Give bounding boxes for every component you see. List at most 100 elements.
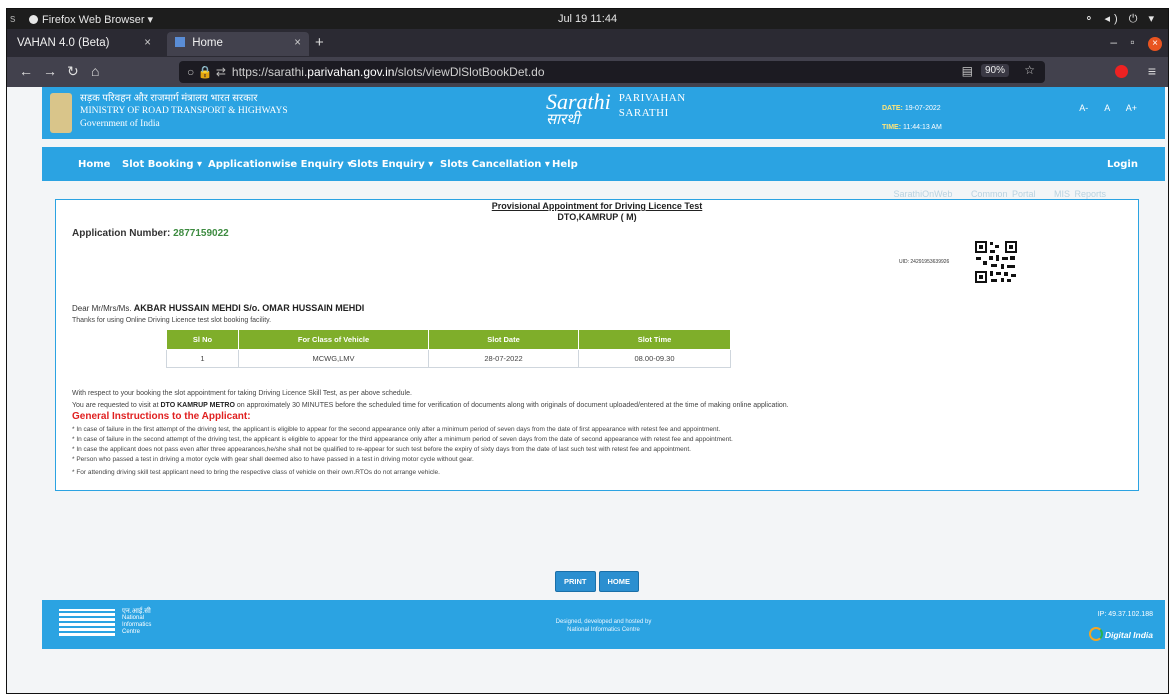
link-sarathi-on-web[interactable]: SarathiOnWeb — [894, 189, 953, 199]
screen-frame: s Firefox Web Browser ▾ Jul 19 11:44 ⚬ ◂… — [6, 8, 1169, 694]
favicon-icon — [175, 37, 185, 47]
home-button[interactable]: ⌂ — [91, 63, 99, 79]
instruction-item: * Person who passed a test in driving a … — [72, 456, 474, 463]
column-header: Slot Date — [428, 329, 579, 350]
menu-login[interactable]: Login — [1107, 159, 1138, 170]
digital-india-logo[interactable]: Digital India — [1088, 627, 1153, 641]
thanks-text: Thanks for using Online Driving Licence … — [72, 317, 272, 324]
reload-button[interactable]: ↻ — [67, 63, 79, 80]
close-tab-icon[interactable]: × — [144, 37, 151, 49]
time-label: TIME: — [882, 124, 902, 131]
column-header: For Class of Vehicle — [238, 329, 429, 350]
url-path: /slots/viewDlSlotBookDet.do — [394, 65, 545, 79]
portal-links: SarathiOnWeb Common Portal MIS Reports — [880, 189, 1106, 199]
table-cell: 1 — [166, 349, 239, 368]
instruction-item: * In case the applicant does not pass ev… — [72, 446, 691, 453]
logo-script: Sarathi सारथी — [546, 89, 611, 128]
zoom-level[interactable]: 90% — [980, 64, 1009, 77]
url-domain: parivahan.gov.in — [307, 65, 395, 79]
hamburger-menu-icon[interactable]: ≡ — [1148, 63, 1156, 79]
browser-nav-bar: ← → ↻ ⌂ ○ 🔒 ⇄ https://sarathi.parivahan.g… — [7, 57, 1168, 87]
maximize-button[interactable]: ▫ — [1130, 35, 1134, 49]
os-top-bar: s Firefox Web Browser ▾ Jul 19 11:44 ⚬ ◂… — [7, 9, 1168, 29]
digital-india-icon — [1088, 627, 1103, 641]
reader-view-icon[interactable]: ▤ — [962, 64, 973, 78]
tab-strip: VAHAN 4.0 (Beta) × Home × + – ▫ × — [7, 29, 1168, 57]
instructions-list: * In case of failure in the first attemp… — [72, 425, 733, 478]
visit-note: You are requested to visit at DTO KAMRUP… — [72, 402, 789, 409]
table-cell: 08.00-09.30 — [578, 349, 731, 368]
office-name: DTO,KAMRUP ( M) — [557, 212, 637, 222]
minimize-button[interactable]: – — [1110, 35, 1117, 49]
column-header: Sl No — [166, 329, 239, 350]
menu-home[interactable]: Home — [78, 159, 110, 170]
ministry-english: MINISTRY OF ROAD TRANSPORT & HIGHWAYS — [80, 106, 288, 116]
application-number: Application Number: 2877159022 — [72, 228, 229, 239]
appointment-title: Provisional Appointment for Driving Lice… — [491, 201, 703, 211]
table-cell: 28-07-2022 — [428, 349, 579, 368]
close-window-button[interactable]: × — [1148, 37, 1162, 51]
ip-address: IP: 49.37.102.188 — [1097, 611, 1153, 618]
bookmark-star-icon[interactable]: ☆ — [1024, 63, 1035, 77]
url-prefix: https://sarathi. — [231, 65, 308, 79]
instructions-title: General Instructions to the Applicant: — [72, 411, 251, 422]
menu-slots-enquiry[interactable]: Slots Enquiry ▾ — [350, 159, 433, 170]
government-label: Government of India — [80, 119, 160, 129]
clock[interactable]: Jul 19 11:44 — [7, 13, 1168, 25]
site-header: सड़क परिवहन और राजमार्ग मंत्रालय भारत सर… — [42, 87, 1165, 139]
schedule-note: With respect to your booking the slot ap… — [72, 390, 412, 397]
instruction-item: * For attending driving skill test appli… — [72, 469, 440, 476]
greeting-prefix: Dear Mr/Mrs/Ms. — [72, 304, 132, 313]
forward-button[interactable]: → — [43, 63, 57, 79]
date-value: 19-07-2022 — [904, 105, 941, 112]
close-tab-icon[interactable]: × — [294, 37, 301, 49]
table-cell: MCWG,LMV — [238, 349, 429, 368]
date-label: DATE: — [882, 105, 903, 112]
sarathi-logo[interactable]: Sarathi सारथी PARIVAHAN SARATHI — [546, 89, 686, 128]
logo-text: PARIVAHAN SARATHI — [618, 92, 686, 119]
national-emblem-icon — [50, 93, 72, 133]
tab-label: Home — [192, 37, 223, 49]
link-mis-reports[interactable]: MIS Reports — [1054, 189, 1106, 199]
system-tray[interactable]: ⚬ ◂) ⏻ ▾ — [1084, 12, 1158, 26]
ministry-hindi: सड़क परिवहन और राजमार्ग मंत्रालय भारत सर… — [80, 93, 258, 104]
tab-vahan[interactable]: VAHAN 4.0 (Beta) × — [9, 32, 159, 56]
extension-icon[interactable] — [1115, 65, 1128, 78]
greeting: Dear Mr/Mrs/Ms. AKBAR HUSSAIN MEHDI S/o.… — [72, 303, 364, 313]
applicant-name: AKBAR HUSSAIN MEHDI S/o. OMAR HUSSAIN ME… — [133, 303, 365, 313]
visit-place: DTO KAMRUP METRO — [160, 402, 235, 409]
page-content: सड़क परिवहन और राजमार्ग मंत्रालय भारत सर… — [7, 87, 1168, 693]
date-time-block: DATE: 19-07-2022 TIME: 11:44:13 AM — [882, 99, 942, 137]
application-number-label: Application Number: — [72, 228, 171, 239]
instruction-item: * In case of failure in the first attemp… — [72, 426, 721, 433]
font-size-controls[interactable]: A- A A+ — [1079, 103, 1137, 113]
main-menu: Home Slot Booking ▾ Applicationwise Enqu… — [42, 147, 1165, 181]
new-tab-button[interactable]: + — [315, 34, 324, 51]
print-button[interactable]: PRINT — [555, 571, 596, 592]
qr-code-icon — [974, 240, 1018, 284]
menu-help[interactable]: Help — [552, 159, 578, 170]
action-buttons: PRINT HOME — [555, 571, 642, 592]
time-value: 11:44:13 AM — [903, 124, 942, 131]
site-footer: एन.आई.सी National Informatics Centre Des… — [42, 600, 1165, 649]
slot-table: Sl No For Class of Vehicle Slot Date Slo… — [166, 329, 731, 368]
tab-label: VAHAN 4.0 (Beta) — [17, 37, 110, 49]
footer-credit: Designed, developed and hosted by Nation… — [555, 619, 652, 633]
window-controls: – ▫ × — [1110, 35, 1162, 51]
menu-slots-cancellation[interactable]: Slots Cancellation ▾ — [440, 159, 550, 170]
url-bar[interactable]: ○ 🔒 ⇄ https://sarathi.parivahan.gov.in/sl… — [179, 61, 1045, 83]
tab-home[interactable]: Home × — [167, 32, 309, 56]
slot-table-header: Sl No For Class of Vehicle Slot Date Slo… — [166, 329, 731, 350]
link-common-portal[interactable]: Common Portal — [971, 189, 1036, 199]
ministry-title: सड़क परिवहन और राजमार्ग मंत्रालय भारत सर… — [80, 92, 288, 131]
home-nav-button[interactable]: HOME — [598, 571, 639, 592]
table-row: 1 MCWG,LMV 28-07-2022 08.00-09.30 — [166, 349, 731, 368]
application-number-value: 2877159022 — [173, 228, 229, 239]
column-header: Slot Time — [578, 329, 731, 350]
appointment-card: Provisional Appointment for Driving Lice… — [55, 199, 1139, 491]
menu-applicationwise-enquiry[interactable]: Applicationwise Enquiry ▾ — [208, 159, 352, 170]
menu-slot-booking[interactable]: Slot Booking ▾ — [122, 159, 202, 170]
instruction-item: * In case of failure in the second attem… — [72, 436, 733, 443]
back-button[interactable]: ← — [19, 63, 33, 79]
site-info-icon[interactable]: ○ 🔒 ⇄ — [187, 65, 226, 79]
